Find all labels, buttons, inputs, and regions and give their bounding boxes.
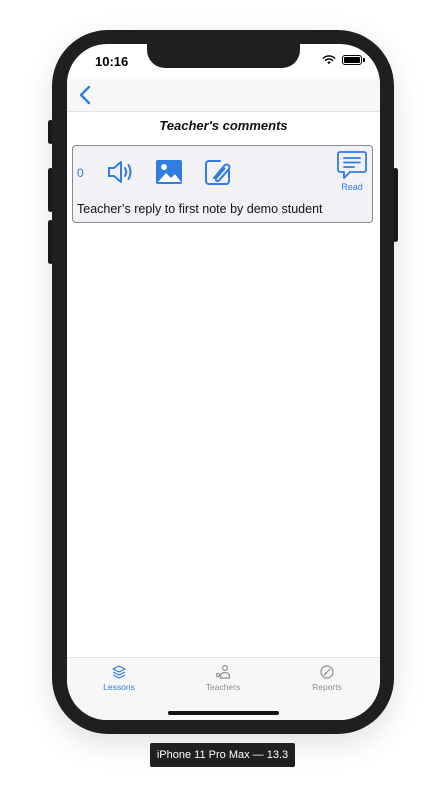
back-chevron-icon[interactable] (75, 84, 97, 106)
page-title: Teacher's comments (159, 118, 288, 133)
comment-text: Teacher’s reply to first note by demo st… (77, 202, 323, 216)
tab-lessons-label: Lessons (103, 682, 135, 692)
comment-count: 0 (77, 166, 84, 180)
image-icon[interactable] (154, 157, 184, 187)
status-time: 10:16 (95, 54, 129, 69)
tab-lessons[interactable]: Lessons (67, 664, 171, 698)
chat-bubble-icon (337, 151, 367, 179)
read-button[interactable]: Read (336, 149, 368, 192)
battery-icon (342, 55, 365, 65)
simulator-stage: 10:16 Teacher's comments 0 Read Teacher’… (0, 0, 446, 795)
tab-reports-label: Reports (312, 682, 342, 692)
tab-teachers-label: Teachers (205, 682, 241, 692)
status-icons (322, 55, 365, 65)
navigation-bar (67, 78, 380, 112)
device-label: iPhone 11 Pro Max — 13.3 (150, 743, 295, 767)
notch (147, 44, 300, 68)
comment-card: 0 Read Teacher’s reply to first note by … (72, 145, 373, 223)
reports-icon (320, 665, 334, 679)
phone-screen: 10:16 Teacher's comments 0 Read Teacher’… (67, 44, 380, 720)
home-indicator[interactable] (168, 711, 279, 715)
edit-attach-icon[interactable] (203, 157, 233, 187)
speaker-icon[interactable] (105, 157, 135, 187)
tab-teachers[interactable]: Teachers (171, 664, 275, 698)
teacher-icon (215, 664, 231, 679)
layers-icon (112, 665, 126, 679)
tab-reports[interactable]: Reports (275, 664, 379, 698)
read-label: Read (341, 182, 363, 192)
wifi-icon (322, 55, 336, 65)
